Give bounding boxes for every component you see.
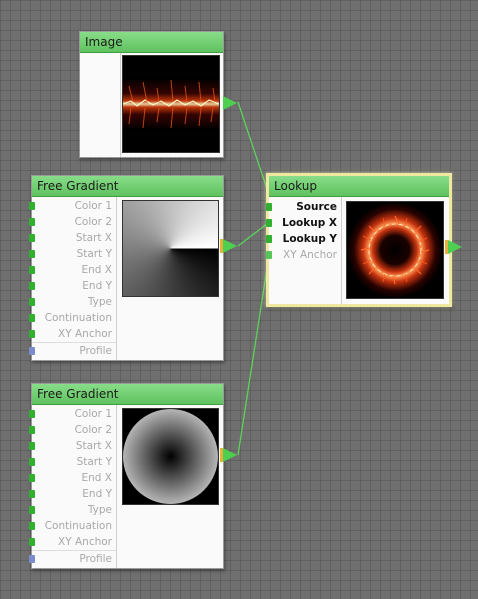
prop-label: Continuation [44, 520, 112, 532]
image-node-title[interactable]: Image [80, 32, 223, 53]
lookup-output-port[interactable] [448, 240, 462, 254]
port-type[interactable] [29, 506, 35, 514]
port-continuation[interactable] [29, 314, 35, 322]
port-color-2[interactable] [29, 218, 35, 226]
gradient-2-output-port[interactable] [223, 448, 237, 462]
port-source[interactable] [266, 203, 272, 211]
prop-row-color-2[interactable]: Color 2 [29, 422, 116, 438]
image-output-port[interactable] [223, 96, 237, 110]
lookup-node-props: Source Lookup X Lookup Y XY Anchor [266, 197, 342, 304]
prop-label: Start X [75, 232, 112, 244]
free-gradient-2-title[interactable]: Free Gradient [32, 384, 223, 405]
port-start-x[interactable] [29, 442, 35, 450]
lookup-node-title[interactable]: Lookup [269, 176, 449, 197]
prop-row-end-x[interactable]: End X [29, 470, 116, 486]
prop-label: XY Anchor [283, 249, 337, 261]
prop-label: Lookup X [282, 217, 337, 229]
prop-label: Lookup Y [282, 233, 337, 245]
prop-label: Color 1 [74, 408, 112, 420]
prop-row-lookup-x[interactable]: Lookup X [266, 215, 341, 231]
free-gradient-1-props: Color 1 Color 2 Start X Start Y End X En… [29, 197, 117, 360]
port-start-x[interactable] [29, 234, 35, 242]
prop-row-xy-anchor[interactable]: XY Anchor [29, 326, 116, 342]
port-start-y[interactable] [29, 458, 35, 466]
prop-row-color-2[interactable]: Color 2 [29, 214, 116, 230]
lookup-node[interactable]: Lookup Source Lookup X Lookup Y XY Ancho… [266, 173, 452, 307]
prop-row-start-y[interactable]: Start Y [29, 454, 116, 470]
port-lookup-x[interactable] [266, 219, 272, 227]
port-profile[interactable] [29, 347, 35, 355]
prop-label: Type [87, 296, 112, 308]
prop-row-color-1[interactable]: Color 1 [29, 198, 116, 214]
prop-label: Start X [75, 440, 112, 452]
port-start-y[interactable] [29, 250, 35, 258]
port-end-x[interactable] [29, 266, 35, 274]
prop-row-start-y[interactable]: Start Y [29, 246, 116, 262]
port-lookup-y[interactable] [266, 235, 272, 243]
port-color-2[interactable] [29, 426, 35, 434]
prop-row-color-1[interactable]: Color 1 [29, 406, 116, 422]
port-color-1[interactable] [29, 202, 35, 210]
prop-row-continuation[interactable]: Continuation [29, 518, 116, 534]
prop-label: Profile [79, 345, 112, 357]
fire-ring-thumbnail [346, 201, 444, 299]
prop-row-profile[interactable]: Profile [29, 550, 116, 567]
prop-row-profile[interactable]: Profile [29, 342, 116, 359]
prop-label: End X [81, 472, 113, 484]
prop-row-type[interactable]: Type [29, 502, 116, 518]
prop-label: XY Anchor [58, 328, 112, 340]
port-profile[interactable] [29, 555, 35, 563]
prop-row-end-y[interactable]: End Y [29, 486, 116, 502]
port-type[interactable] [29, 298, 35, 306]
port-color-1[interactable] [29, 410, 35, 418]
prop-row-start-x[interactable]: Start X [29, 230, 116, 246]
image-node[interactable]: Image [79, 31, 224, 158]
port-xy-anchor[interactable] [29, 330, 35, 338]
prop-label: Source [296, 201, 337, 213]
radial-gradient-thumbnail [122, 408, 219, 505]
prop-row-continuation[interactable]: Continuation [29, 310, 116, 326]
prop-row-source[interactable]: Source [266, 199, 341, 215]
prop-label: Color 2 [74, 424, 112, 436]
prop-label: Type [87, 504, 112, 516]
port-end-x[interactable] [29, 474, 35, 482]
prop-row-start-x[interactable]: Start X [29, 438, 116, 454]
prop-row-xy-anchor[interactable]: XY Anchor [266, 247, 341, 263]
free-gradient-node-1[interactable]: Free Gradient Color 1 Color 2 Start X St… [29, 175, 224, 361]
image-node-props [80, 53, 121, 157]
prop-label: Start Y [76, 248, 112, 260]
free-gradient-1-title[interactable]: Free Gradient [32, 176, 223, 197]
angular-gradient-thumbnail [122, 200, 219, 297]
prop-row-lookup-y[interactable]: Lookup Y [266, 231, 341, 247]
prop-label: End Y [82, 488, 112, 500]
prop-label: Color 2 [74, 216, 112, 228]
port-xy-anchor[interactable] [29, 538, 35, 546]
prop-label: Color 1 [74, 200, 112, 212]
prop-row-end-y[interactable]: End Y [29, 278, 116, 294]
prop-label: Profile [79, 553, 112, 565]
prop-row-type[interactable]: Type [29, 294, 116, 310]
prop-label: End X [81, 264, 113, 276]
prop-label: XY Anchor [58, 536, 112, 548]
gradient-1-output-port[interactable] [223, 239, 237, 253]
port-continuation[interactable] [29, 522, 35, 530]
port-end-y[interactable] [29, 490, 35, 498]
fire-image-thumbnail [122, 55, 220, 153]
port-xy-anchor[interactable] [266, 251, 272, 259]
port-end-y[interactable] [29, 282, 35, 290]
prop-row-xy-anchor[interactable]: XY Anchor [29, 534, 116, 550]
free-gradient-node-2[interactable]: Free Gradient Color 1 Color 2 Start X St… [29, 383, 224, 569]
prop-label: Start Y [76, 456, 112, 468]
free-gradient-2-props: Color 1 Color 2 Start X Start Y End X En… [29, 405, 117, 568]
prop-label: End Y [82, 280, 112, 292]
prop-label: Continuation [44, 312, 112, 324]
prop-row-end-x[interactable]: End X [29, 262, 116, 278]
